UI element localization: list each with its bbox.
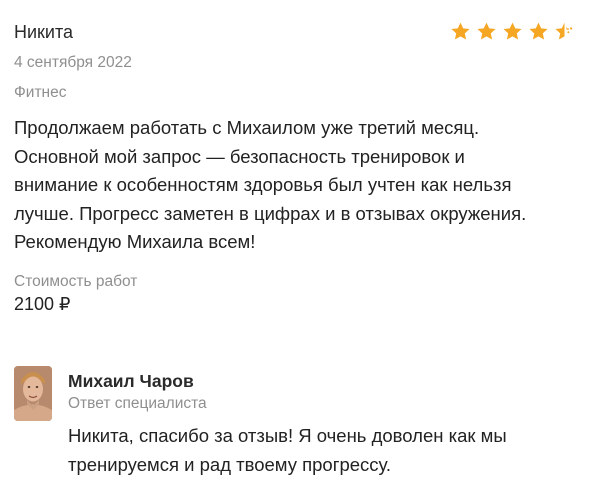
star-icon [502,21,523,42]
review-date: 4 сентября 2022 [14,54,132,71]
reply-text-line: тренируемся и рад твоему прогрессу. [68,453,392,475]
specialist-name[interactable]: Михаил Чаров [68,369,194,393]
review-text-line: лучше. Прогресс заметен в цифрах и в отз… [14,202,527,224]
reply-text: Никита, спасибо за отзыв! Я очень доволе… [68,422,584,479]
star-half-icon [554,21,575,42]
review-text-line: Рекомендую Михаила всем! [14,231,256,252]
cost-value: 2100 ₽ [14,294,71,314]
reply-text-line: Никита, спасибо за отзыв! Я очень доволе… [68,425,507,446]
star-icon [450,21,471,42]
specialist-role: Ответ специалиста [68,395,207,412]
review-text: Продолжаем работать с Михаилом уже трети… [14,114,584,257]
review-text-line: Продолжаем работать с Михаилом уже трети… [14,117,480,138]
review-category: Фитнес [14,84,67,101]
star-icon [476,21,497,42]
star-icon [528,21,549,42]
avatar[interactable] [14,366,52,421]
rating-stars [450,17,584,45]
review-text-line: внимание к особенностям здоровья был учт… [14,174,512,195]
review-text-line: Основной мой запрос — безопасность трени… [14,145,465,167]
review-author: Никита [14,22,74,42]
cost-label: Стоимость работ [14,273,138,290]
